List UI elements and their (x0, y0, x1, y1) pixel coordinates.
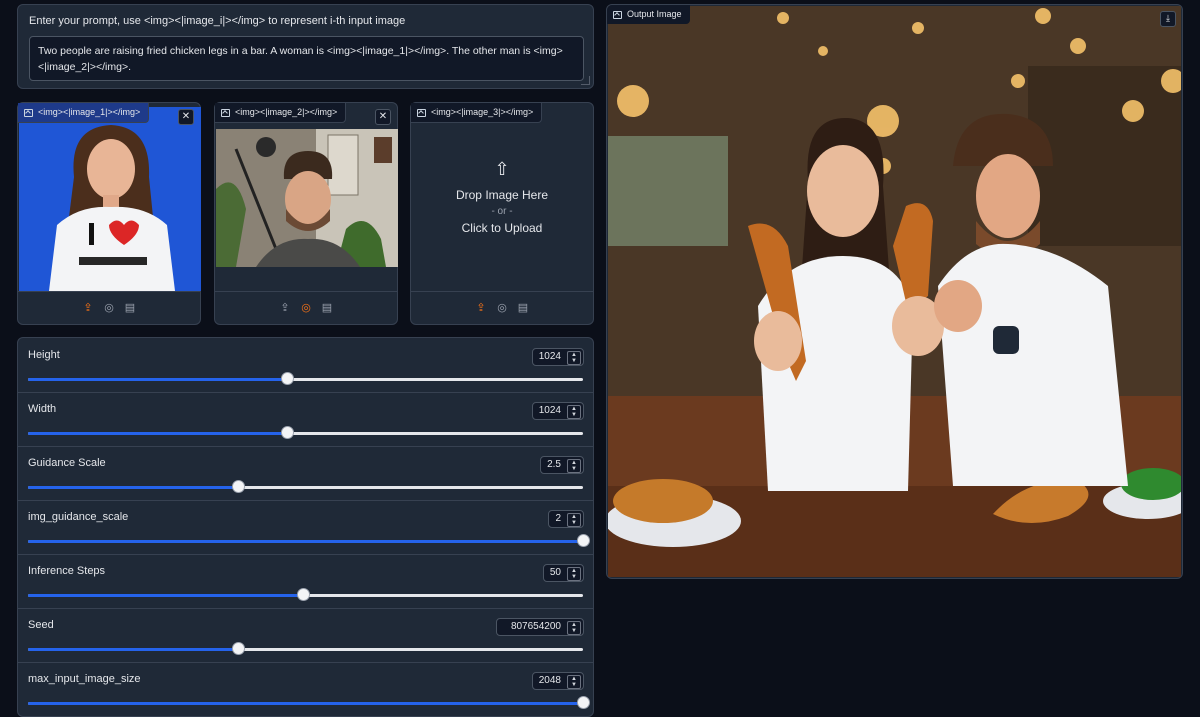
slider-label: max_input_image_size (28, 673, 141, 685)
image-input-2-label-tab: <img><|image_2|></img> (215, 103, 347, 123)
image-input-3-label: <img><|image_3|></img> (431, 107, 534, 117)
image-input-3-toolbar: ⇪ ◎ ▤ (411, 291, 593, 324)
slider-thumb[interactable] (577, 696, 590, 709)
webcam-icon[interactable]: ◎ (103, 302, 115, 314)
download-icon: ⤓ (1166, 13, 1170, 23)
stepper-icon[interactable]: ▲ ▼ (567, 675, 581, 689)
clipboard-icon[interactable]: ▤ (517, 302, 529, 314)
upload-icon[interactable]: ⇪ (475, 302, 487, 314)
dropzone-or-text: - or - (491, 206, 513, 217)
slider-inference-steps: Inference Steps 50 ▲ ▼ (18, 554, 593, 609)
slider-track[interactable] (28, 372, 583, 385)
slider-label: Height (28, 349, 60, 361)
slider-label: img_guidance_scale (28, 511, 129, 523)
prompt-textarea[interactable]: Two people are raising fried chicken leg… (29, 36, 584, 81)
number-input[interactable]: 807654200 ▲ ▼ (495, 618, 584, 636)
woman-photo-illustration (19, 107, 201, 291)
output-label-tab: Output Image (607, 5, 690, 24)
number-input[interactable]: 2048 ▲ ▼ (531, 672, 584, 690)
slider-track[interactable] (28, 696, 590, 709)
upload-icon[interactable]: ⇪ (82, 302, 94, 314)
output-image-panel: Output Image ⤓ (606, 4, 1183, 579)
download-button[interactable]: ⤓ (1160, 11, 1176, 27)
slider-track[interactable] (28, 534, 590, 547)
image-input-3[interactable]: <img><|image_3|></img> ⇧ Drop Image Here… (410, 102, 594, 325)
prompt-label: Enter your prompt, use <img><|image_i|><… (29, 15, 406, 27)
slider-thumb[interactable] (231, 642, 245, 655)
output-image-label: Output Image (627, 9, 682, 19)
slider-track[interactable] (28, 426, 583, 439)
slider-thumb[interactable] (281, 372, 295, 385)
slider-track[interactable] (28, 588, 583, 601)
slider-thumb[interactable] (231, 480, 245, 493)
slider-track[interactable] (28, 642, 583, 655)
slider-width: Width 1024 ▲ ▼ (18, 392, 593, 447)
stepper-icon[interactable]: ▲ ▼ (567, 621, 581, 635)
close-icon: ✕ (181, 111, 191, 122)
image-icon (24, 108, 33, 117)
image-input-3-label-tab: <img><|image_3|></img> (411, 103, 543, 123)
upload-icon[interactable]: ⇪ (279, 302, 291, 314)
input-photo-2 (216, 129, 398, 267)
close-icon: ✕ (378, 111, 388, 122)
man-photo-illustration (216, 129, 398, 267)
number-input[interactable]: 1024 ▲ ▼ (531, 402, 584, 420)
textarea-resize-handle[interactable] (581, 76, 590, 85)
image-input-1-label: <img><|image_1|></img> (38, 107, 141, 117)
image-input-2[interactable]: <img><|image_2|></img> ✕ ⇪ ◎ ▤ (214, 102, 398, 325)
slider-max-input-image-size: max_input_image_size 2048 ▲ ▼ (18, 662, 593, 716)
slider-img-guidance-scale: img_guidance_scale 2 ▲ ▼ (18, 500, 593, 555)
clear-image-1-button[interactable]: ✕ (178, 109, 194, 125)
clear-image-2-button[interactable]: ✕ (375, 109, 391, 125)
slider-thumb[interactable] (281, 426, 295, 439)
slider-thumb[interactable] (297, 588, 311, 601)
slider-seed: Seed 807654200 ▲ ▼ (18, 608, 593, 663)
image-input-1[interactable]: <img><|image_1|></img> ✕ ⇪ ◎ ▤ (17, 102, 201, 325)
slider-thumb[interactable] (577, 534, 590, 547)
image-input-2-toolbar: ⇪ ◎ ▤ (215, 291, 397, 324)
slider-track[interactable] (28, 480, 583, 493)
webcam-icon[interactable]: ◎ (300, 302, 312, 314)
clipboard-icon[interactable]: ▤ (124, 302, 136, 314)
stepper-icon[interactable]: ▲ ▼ (567, 459, 581, 473)
output-photo-illustration (608, 6, 1181, 577)
dropzone-drop-text: Drop Image Here (455, 188, 549, 202)
prompt-panel: Enter your prompt, use <img><|image_i|><… (17, 4, 594, 89)
stepper-icon[interactable]: ▲ ▼ (567, 405, 581, 419)
upload-icon: ⇧ (494, 159, 510, 179)
image-input-1-label-tab: <img><|image_1|></img> (18, 103, 150, 123)
slider-label: Guidance Scale (28, 457, 106, 469)
stepper-icon[interactable]: ▲ ▼ (567, 351, 581, 365)
slider-label: Seed (28, 619, 54, 631)
parameters-panel: Height 1024 ▲ ▼ Width 1024 ▲ ▼ Guidance Scal… (17, 337, 594, 717)
image-icon (613, 10, 622, 19)
input-photo-1 (19, 107, 201, 291)
output-image (608, 6, 1181, 577)
image-icon (417, 108, 426, 117)
number-input[interactable]: 2 ▲ ▼ (548, 510, 584, 528)
slider-label: Width (28, 403, 57, 415)
image-dropzone[interactable]: ⇧ Drop Image Here - or - Click to Upload (411, 123, 593, 291)
image-icon (221, 108, 230, 117)
webcam-icon[interactable]: ◎ (496, 302, 508, 314)
slider-guidance-scale: Guidance Scale 2.5 ▲ ▼ (18, 446, 593, 501)
stepper-icon[interactable]: ▲ ▼ (567, 513, 581, 527)
slider-label: Inference Steps (28, 565, 106, 577)
number-input[interactable]: 50 ▲ ▼ (542, 564, 584, 582)
number-input[interactable]: 2.5 ▲ ▼ (540, 456, 584, 474)
clipboard-icon[interactable]: ▤ (321, 302, 333, 314)
dropzone-click-text: Click to Upload (461, 221, 543, 235)
number-input[interactable]: 1024 ▲ ▼ (531, 348, 584, 366)
image-input-1-toolbar: ⇪ ◎ ▤ (18, 291, 200, 324)
image-input-2-label: <img><|image_2|></img> (235, 107, 338, 117)
slider-height: Height 1024 ▲ ▼ (18, 338, 593, 393)
stepper-icon[interactable]: ▲ ▼ (567, 567, 581, 581)
